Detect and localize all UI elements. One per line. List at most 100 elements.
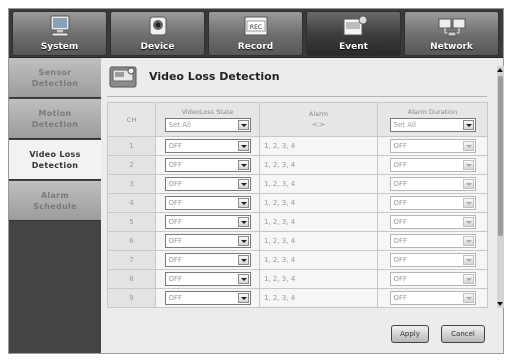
select-value: OFF xyxy=(168,199,183,207)
videoloss-state-cell: OFF xyxy=(155,231,260,251)
chevron-down-icon[interactable] xyxy=(237,293,249,303)
alarm-cell[interactable]: 1, 2, 3, 4 xyxy=(259,250,378,270)
tab-record-label: Record xyxy=(237,42,274,52)
header-divider xyxy=(107,96,487,97)
videoloss-state-select[interactable]: OFF xyxy=(164,139,251,153)
channel-number: 7 xyxy=(107,250,156,270)
chevron-down-icon[interactable] xyxy=(237,141,249,151)
vertical-scrollbar[interactable] xyxy=(497,66,504,308)
videoloss-state-select[interactable]: OFF xyxy=(164,177,251,191)
chevron-down-icon[interactable] xyxy=(237,217,249,227)
scroll-up-icon[interactable] xyxy=(497,66,504,74)
chevron-down-icon[interactable] xyxy=(462,198,474,208)
alarm-duration-select[interactable]: OFF xyxy=(389,215,476,229)
apply-button[interactable]: Apply xyxy=(391,325,429,343)
alarm-cell[interactable]: 1, 2, 3, 4 xyxy=(259,231,378,251)
chevron-down-icon[interactable] xyxy=(462,160,474,170)
chevron-down-icon[interactable] xyxy=(462,274,474,284)
alarm-cell[interactable]: 1, 2, 3, 4 xyxy=(259,174,378,194)
col-header-label: VideoLoss State xyxy=(181,107,234,116)
chevron-down-icon[interactable] xyxy=(462,179,474,189)
chevron-down-icon[interactable] xyxy=(237,236,249,246)
table-row: 8 OFF 1, 2, 3, 4 OFF xyxy=(107,269,488,289)
videoloss-state-select[interactable]: OFF xyxy=(164,196,251,210)
page-title: Video Loss Detection xyxy=(149,70,280,83)
videoloss-state-select[interactable]: OFF xyxy=(164,272,251,286)
videoloss-state-cell: OFF xyxy=(155,212,260,232)
alarm-duration-select[interactable]: OFF xyxy=(389,158,476,172)
select-value: OFF xyxy=(168,237,183,245)
videoloss-state-select[interactable]: OFF xyxy=(164,215,251,229)
alarm-duration-select[interactable]: OFF xyxy=(389,291,476,305)
table-header-row: CH VideoLoss State Set All Alarm <> Alar… xyxy=(107,102,488,137)
chevron-down-icon[interactable] xyxy=(462,255,474,265)
chevron-down-icon[interactable] xyxy=(462,236,474,246)
alarm-duration-select[interactable]: OFF xyxy=(389,196,476,210)
alarm-duration-select[interactable]: OFF xyxy=(389,253,476,267)
alarm-duration-cell: OFF xyxy=(377,212,488,232)
alarm-duration-select[interactable]: OFF xyxy=(389,177,476,191)
alarm-duration-select[interactable]: OFF xyxy=(389,272,476,286)
alarm-cell[interactable]: 1, 2, 3, 4 xyxy=(259,155,378,175)
tab-system-label: System xyxy=(40,42,79,52)
alarm-cell[interactable]: 1, 2, 3, 4 xyxy=(259,136,378,156)
alarm-duration-select[interactable]: OFF xyxy=(389,234,476,248)
select-value: OFF xyxy=(168,161,183,169)
chevron-down-icon[interactable] xyxy=(237,160,249,170)
select-value: OFF xyxy=(393,199,408,207)
chevron-down-icon[interactable] xyxy=(462,119,474,130)
sidebar-item-label: Motion xyxy=(38,109,72,118)
chevron-down-icon[interactable] xyxy=(237,119,249,130)
tab-system[interactable]: System xyxy=(12,11,107,56)
select-value: OFF xyxy=(393,294,408,302)
network-icon xyxy=(438,18,465,37)
videoloss-state-select[interactable]: OFF xyxy=(164,158,251,172)
videoloss-state-select[interactable]: OFF xyxy=(164,234,251,248)
sidebar-item-sensor-detection[interactable]: Sensor Detection xyxy=(9,58,101,98)
chevron-down-icon[interactable] xyxy=(462,141,474,151)
system-icon xyxy=(50,15,69,37)
scroll-thumb[interactable] xyxy=(498,76,503,236)
alarm-sort-toggle[interactable]: <> xyxy=(260,120,377,129)
chevron-down-icon[interactable] xyxy=(237,274,249,284)
scroll-down-icon[interactable] xyxy=(497,300,504,308)
select-value: OFF xyxy=(168,142,183,150)
sidebar-item-motion-detection[interactable]: Motion Detection xyxy=(9,99,101,139)
event-icon xyxy=(343,15,367,36)
videoloss-state-select[interactable]: OFF xyxy=(164,253,251,267)
videoloss-state-cell: OFF xyxy=(155,193,260,213)
alarm-duration-select[interactable]: OFF xyxy=(389,139,476,153)
tab-record[interactable]: REC Record xyxy=(208,11,303,56)
select-value: OFF xyxy=(168,275,183,283)
alarm-cell[interactable]: 1, 2, 3, 4 xyxy=(259,288,378,308)
cancel-button[interactable]: Cancel xyxy=(441,325,485,343)
chevron-down-icon[interactable] xyxy=(237,255,249,265)
tab-event[interactable]: Event xyxy=(306,11,401,56)
chevron-down-icon[interactable] xyxy=(237,198,249,208)
chevron-down-icon[interactable] xyxy=(462,217,474,227)
sidebar-item-label: Detection xyxy=(31,79,79,88)
videoloss-state-cell: OFF xyxy=(155,250,260,270)
table-row: 3 OFF 1, 2, 3, 4 OFF xyxy=(107,174,488,194)
video-loss-icon xyxy=(109,66,137,88)
sidebar-item-video-loss-detection[interactable]: Video Loss Detection xyxy=(9,140,101,180)
alarm-cell[interactable]: 1, 2, 3, 4 xyxy=(259,193,378,213)
alarm-cell[interactable]: 1, 2, 3, 4 xyxy=(259,269,378,289)
select-value: OFF xyxy=(393,218,408,226)
chevron-down-icon[interactable] xyxy=(462,293,474,303)
set-all-duration-select[interactable]: Set All xyxy=(389,117,476,132)
sidebar-item-alarm-schedule[interactable]: Alarm Schedule xyxy=(9,181,101,221)
set-all-state-select[interactable]: Set All xyxy=(164,117,251,132)
col-header-videoloss-state: VideoLoss State Set All xyxy=(155,102,260,137)
alarm-cell[interactable]: 1, 2, 3, 4 xyxy=(259,212,378,232)
alarm-duration-cell: OFF xyxy=(377,269,488,289)
tab-device[interactable]: Device xyxy=(110,11,205,56)
sidebar: Sensor Detection Motion Detection Video … xyxy=(9,58,101,353)
col-header-label: Alarm xyxy=(308,110,329,118)
tab-network[interactable]: Network xyxy=(404,11,499,56)
videoloss-state-select[interactable]: OFF xyxy=(164,291,251,305)
channel-number: 6 xyxy=(107,231,156,251)
sidebar-item-label: Video Loss xyxy=(29,150,81,159)
select-value: OFF xyxy=(168,294,183,302)
chevron-down-icon[interactable] xyxy=(237,179,249,189)
